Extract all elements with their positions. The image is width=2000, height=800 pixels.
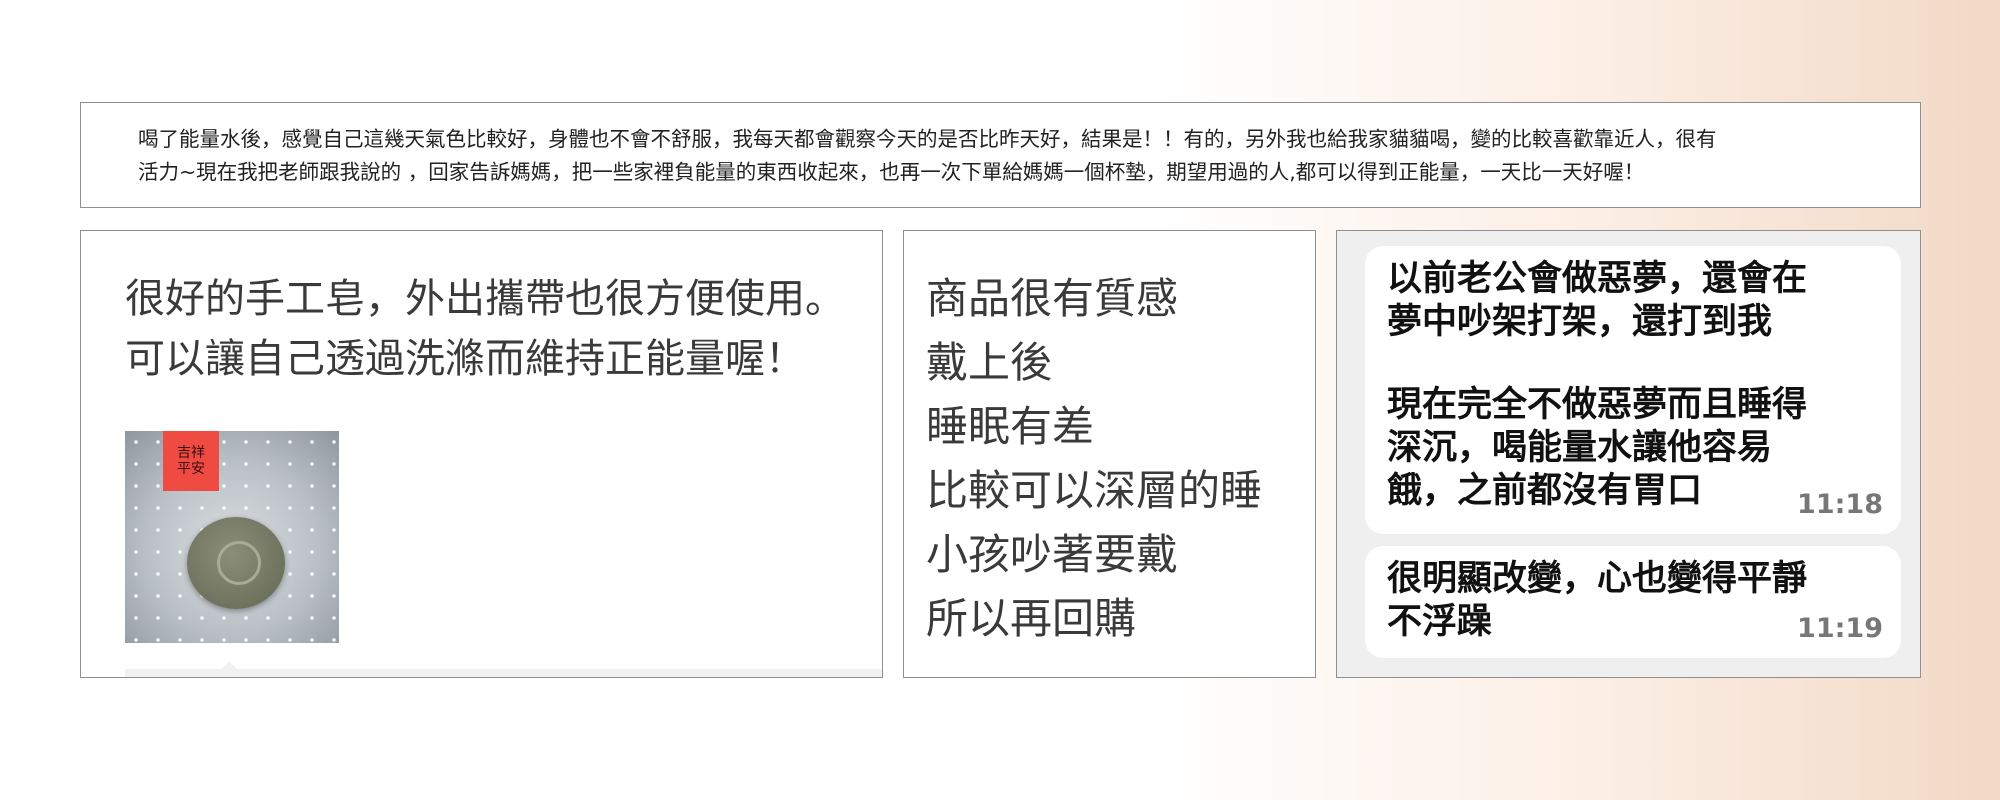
chat-screenshot-card: 以前老公會做惡夢，還會在 夢中吵架打架，還打到我 現在完全不做惡夢而且睡得 深沉… (1336, 230, 1921, 678)
quality-review-card: 商品很有質感 戴上後 睡眠有差 比較可以深層的睡 小孩吵著要戴 所以再回購 (903, 230, 1316, 678)
review-text-line: 戴上後 (926, 338, 1053, 387)
chat-message-line: 夢中吵架打架，還打到我 (1387, 302, 1773, 342)
soap-emblem (217, 541, 261, 585)
energy-water-review-card: 喝了能量水後，感覺自己這幾天氣色比較好，身體也不會不舒服，我每天都會觀察今天的是… (80, 102, 1921, 208)
review-text-line: 比較可以深層的睡 (926, 466, 1263, 515)
review-text-line: 商品很有質感 (926, 274, 1179, 323)
soap-review-card: 很好的手工皂，外出攜帶也很方便使用。 可以讓自己透過洗滌而維持正能量喔！ 吉祥 … (80, 230, 883, 678)
soap-product-photo[interactable]: 吉祥 平安 (125, 431, 339, 643)
review-text-line: 所以再回購 (926, 594, 1137, 643)
review-text-line: 活力~現在我把老師跟我說的 ，回家告訴媽媽，把一些家裡負能量的東西收起來，也再一… (138, 160, 1645, 184)
review-text-line: 可以讓自己透過洗滌而維持正能量喔！ (125, 336, 805, 382)
chat-message-line: 現在完全不做惡夢而且睡得 (1387, 385, 1808, 425)
review-text-line: 很好的手工皂，外出攜帶也很方便使用。 (125, 276, 845, 322)
chat-message-line: 以前老公會做惡夢，還會在 (1387, 259, 1808, 299)
chat-message-bubble: 以前老公會做惡夢，還會在 夢中吵架打架，還打到我 現在完全不做惡夢而且睡得 深沉… (1365, 246, 1901, 534)
chat-message-bubble: 很明顯改變，心也變得平靜 不浮躁 11:19 (1365, 546, 1901, 658)
tag-text: 吉祥 (177, 445, 205, 461)
review-text-line: 睡眠有差 (926, 402, 1095, 451)
chat-message-line: 很明顯改變，心也變得平靜 (1387, 559, 1808, 599)
soap-disc (187, 517, 285, 609)
photo-selector-bar (125, 661, 882, 677)
message-timestamp: 11:18 (1797, 489, 1883, 520)
review-text-line: 小孩吵著要戴 (926, 530, 1179, 579)
blessing-tag: 吉祥 平安 (163, 431, 219, 491)
tag-text: 平安 (177, 461, 205, 477)
review-text-line: 喝了能量水後，感覺自己這幾天氣色比較好，身體也不會不舒服，我每天都會觀察今天的是… (138, 127, 1717, 151)
chat-message-line: 深沉，喝能量水讓他容易 (1387, 428, 1773, 468)
message-timestamp: 11:19 (1797, 613, 1883, 644)
